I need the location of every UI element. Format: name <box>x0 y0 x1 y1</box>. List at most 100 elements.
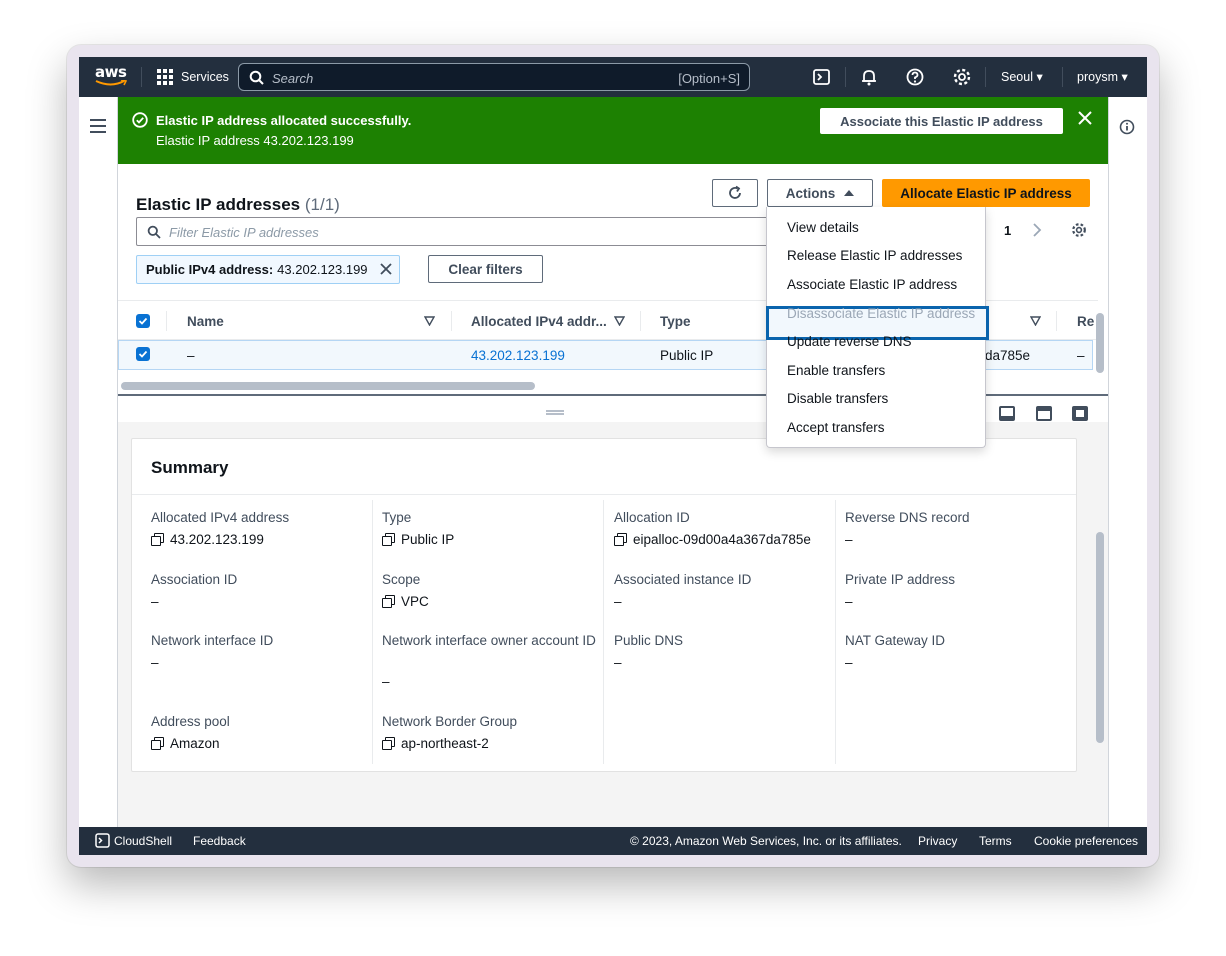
associate-this-eip-button[interactable]: Associate this Elastic IP address <box>820 108 1063 134</box>
actions-dropdown: View details Release Elastic IP addresse… <box>766 207 989 448</box>
success-flashbar: Elastic IP address allocated successfull… <box>118 97 1108 164</box>
remove-token-icon[interactable] <box>379 262 393 276</box>
success-icon <box>132 112 148 128</box>
vertical-scrollbar[interactable] <box>1096 532 1104 743</box>
copy-icon[interactable] <box>382 533 395 546</box>
menu-item-associate[interactable]: Associate Elastic IP address <box>787 277 957 292</box>
reverse-dns-label: Reverse DNS record <box>845 510 970 525</box>
private-ip-label: Private IP address <box>845 572 956 587</box>
cloudshell-icon[interactable] <box>95 833 110 848</box>
grid-icon <box>157 69 173 85</box>
eni-owner-label: Network interface owner account ID <box>382 633 596 648</box>
search-input[interactable]: Search [Option+S] <box>238 63 750 91</box>
allocation-id-value: eipalloc-09d00a4a367da785e <box>614 532 811 547</box>
flash-message: Elastic IP address 43.202.123.199 <box>156 133 354 148</box>
page-number[interactable]: 1 <box>1004 223 1011 238</box>
column-header-type[interactable]: Type <box>660 314 691 329</box>
terms-link[interactable]: Terms <box>979 834 1012 848</box>
help-icon[interactable] <box>905 67 925 87</box>
sort-icon[interactable] <box>424 316 435 326</box>
column-divider <box>640 311 641 331</box>
cloudshell-icon[interactable] <box>812 67 832 87</box>
horizontal-scrollbar[interactable] <box>121 382 535 390</box>
summary-card: Summary Allocated IPv4 address 43.202.12… <box>131 438 1077 772</box>
nav-divider <box>1062 67 1063 87</box>
summary-divider <box>132 494 1076 495</box>
split-bottom-icon[interactable] <box>999 406 1015 421</box>
menu-item-disable-transfers[interactable]: Disable transfers <box>787 391 888 406</box>
gear-icon[interactable] <box>952 67 972 87</box>
cloudshell-link[interactable]: CloudShell <box>114 834 172 848</box>
address-pool-value: Amazon <box>151 736 220 751</box>
column-divider <box>1056 311 1057 331</box>
allocation-id-label: Allocation ID <box>614 510 690 525</box>
split-fullscreen-icon[interactable] <box>1072 406 1088 421</box>
cookie-preferences-link[interactable]: Cookie preferences <box>1034 834 1138 848</box>
menu-item-release[interactable]: Release Elastic IP addresses <box>787 248 962 263</box>
network-interface-value: – <box>151 655 159 670</box>
info-icon[interactable] <box>1119 119 1135 135</box>
copy-icon[interactable] <box>151 737 164 750</box>
nat-gateway-label: NAT Gateway ID <box>845 633 946 648</box>
region-selector[interactable]: Seoul ▾ <box>1001 69 1043 84</box>
console-page: aws Services Search [Option+S] Seoul ▾ p… <box>79 57 1147 855</box>
scope-value: VPC <box>382 594 429 609</box>
public-dns-label: Public DNS <box>614 633 684 648</box>
menu-item-update-reverse-dns[interactable]: Update reverse DNS <box>787 334 912 349</box>
privacy-link[interactable]: Privacy <box>918 834 957 848</box>
summary-title: Summary <box>151 458 229 477</box>
nav-divider <box>141 67 142 87</box>
column-divider <box>372 500 373 764</box>
chevron-right-icon[interactable] <box>1031 222 1043 238</box>
public-dns-value: – <box>614 655 622 670</box>
column-header-name[interactable]: Name <box>187 314 224 329</box>
menu-icon[interactable] <box>90 119 106 133</box>
vertical-scrollbar[interactable] <box>1096 313 1104 373</box>
select-all-checkbox[interactable] <box>136 314 150 328</box>
menu-item-enable-transfers[interactable]: Enable transfers <box>787 363 885 378</box>
type-label: Type <box>382 510 412 525</box>
network-border-group-label: Network Border Group <box>382 714 518 729</box>
split-side-icon[interactable] <box>1036 406 1052 421</box>
top-navigation: aws Services Search [Option+S] Seoul ▾ p… <box>79 57 1147 97</box>
allocate-eip-button[interactable]: Allocate Elastic IP address <box>882 179 1090 207</box>
column-divider <box>603 500 604 764</box>
cell-ipv4-link[interactable]: 43.202.123.199 <box>471 348 565 363</box>
account-menu[interactable]: proysm ▾ <box>1077 69 1128 84</box>
close-icon[interactable] <box>1078 111 1092 125</box>
column-header-reverse-dns[interactable]: Re <box>1077 314 1094 329</box>
reverse-dns-value: – <box>845 532 853 547</box>
feedback-link[interactable]: Feedback <box>193 834 246 848</box>
browser-window: aws Services Search [Option+S] Seoul ▾ p… <box>67 45 1159 867</box>
sort-icon[interactable] <box>1030 316 1041 326</box>
page-title: Elastic IP addresses (1/1) <box>136 195 340 214</box>
cell-type: Public IP <box>660 348 714 363</box>
flash-title: Elastic IP address allocated successfull… <box>156 113 412 128</box>
actions-button[interactable]: Actions <box>767 179 873 207</box>
aws-logo[interactable]: aws <box>95 63 129 89</box>
copy-icon[interactable] <box>382 595 395 608</box>
copy-icon[interactable] <box>382 737 395 750</box>
search-shortcut: [Option+S] <box>678 71 740 86</box>
copy-icon[interactable] <box>151 533 164 546</box>
nav-divider <box>845 67 846 87</box>
filter-input[interactable]: Filter Elastic IP addresses <box>136 217 776 246</box>
private-ip-value: – <box>845 594 853 609</box>
column-header-ipv4[interactable]: Allocated IPv4 addr... <box>471 314 607 329</box>
clear-filters-button[interactable]: Clear filters <box>428 255 543 283</box>
copy-icon[interactable] <box>614 533 627 546</box>
nat-gateway-value: – <box>845 655 853 670</box>
menu-item-accept-transfers[interactable]: Accept transfers <box>787 420 885 435</box>
address-pool-label: Address pool <box>151 714 230 729</box>
resize-handle[interactable] <box>546 410 564 415</box>
bell-icon[interactable] <box>859 67 879 87</box>
associated-instance-label: Associated instance ID <box>614 572 752 587</box>
associated-instance-value: – <box>614 594 622 609</box>
refresh-button[interactable] <box>712 179 758 207</box>
sort-icon[interactable] <box>614 316 625 326</box>
services-menu[interactable]: Services <box>157 68 229 86</box>
menu-item-view-details[interactable]: View details <box>787 220 859 235</box>
table-settings-icon[interactable] <box>1071 222 1087 238</box>
console-footer: CloudShell Feedback © 2023, Amazon Web S… <box>79 827 1147 855</box>
row-checkbox[interactable] <box>136 347 150 361</box>
